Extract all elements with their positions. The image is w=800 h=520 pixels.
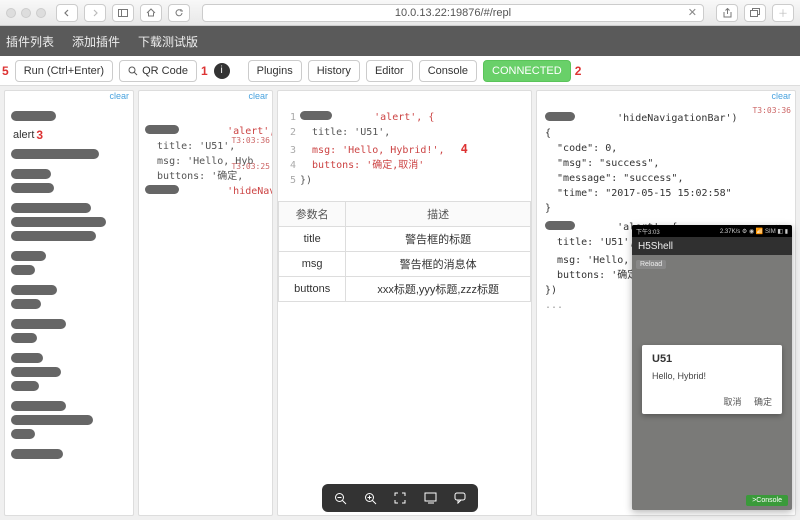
annotation-4: 4 xyxy=(461,142,468,156)
table-row: title警告框的标题 xyxy=(279,227,531,252)
phone-console-button[interactable]: >Console xyxy=(746,495,788,506)
minimize-window-dot[interactable] xyxy=(21,8,31,18)
phone-statusbar: 下午3:03 2.37K/s ⚙ ◉ 📶 SIM ◧ ▮ xyxy=(632,225,792,237)
table-row: buttonsxxx标题,yyy标题,zzz标题 xyxy=(279,277,531,302)
url-bar[interactable]: 10.0.13.22:19876/#/repl ✕ xyxy=(202,4,704,22)
params-head-name: 参数名 xyxy=(279,202,346,227)
status-time: 下午3:03 xyxy=(636,227,660,236)
app-title: H5Shell xyxy=(638,241,673,252)
dialog-message: Hello, Hybrid! xyxy=(652,371,772,381)
zoom-window-dot[interactable] xyxy=(36,8,46,18)
sidebar-alert-label: alert xyxy=(13,129,34,141)
info-icon[interactable]: i xyxy=(214,63,230,79)
phone-appbar: H5Shell xyxy=(632,237,792,255)
plugins-button[interactable]: Plugins xyxy=(248,60,302,82)
redacted-item xyxy=(11,319,66,329)
params-table: 参数名 描述 title警告框的标题 msg警告框的消息体 buttonsxxx… xyxy=(278,201,531,302)
history-panel: clear 'alert', { title: 'U51', msg: 'Hel… xyxy=(138,90,273,516)
editor-panel: 1 'alert', { 2 title: 'U51', 3 msg: 'Hel… xyxy=(277,90,532,516)
timestamp: T3:03:36 xyxy=(222,135,270,147)
floating-toolbar xyxy=(322,484,478,512)
table-row: msg警告框的消息体 xyxy=(279,252,531,277)
zoom-out-icon[interactable] xyxy=(330,488,350,508)
tab-add-plugin[interactable]: 添加插件 xyxy=(72,33,120,50)
annotation-2: 2 xyxy=(575,64,582,78)
comment-icon[interactable] xyxy=(450,488,470,508)
redacted-item xyxy=(11,111,56,121)
redacted-item xyxy=(11,415,93,425)
annotation-3: 3 xyxy=(36,128,43,142)
dialog-ok-button[interactable]: 确定 xyxy=(754,397,772,407)
redacted-item xyxy=(11,217,106,227)
dialog-cancel-button[interactable]: 取消 xyxy=(723,397,741,407)
editor-code[interactable]: 1 'alert', { 2 title: 'U51', 3 msg: 'Hel… xyxy=(278,91,531,201)
run-button[interactable]: Run (Ctrl+Enter) xyxy=(15,60,113,82)
console-button[interactable]: Console xyxy=(419,60,477,82)
sidebar-item-alert[interactable]: alert 3 xyxy=(5,125,133,145)
params-head-desc: 描述 xyxy=(346,202,531,227)
connected-badge: CONNECTED xyxy=(483,60,571,82)
alert-dialog: U51 Hello, Hybrid! 取消 确定 xyxy=(642,345,782,414)
reload-button[interactable]: Reload xyxy=(636,260,666,269)
history-code[interactable]: 'alert', { title: 'U51', msg: 'Hello, Hy… xyxy=(139,105,272,218)
device-preview: 下午3:03 2.37K/s ⚙ ◉ 📶 SIM ◧ ▮ H5Shell Rel… xyxy=(632,225,792,510)
redacted-item xyxy=(11,449,63,459)
timestamp: T3:03:36 xyxy=(752,105,791,117)
redacted-item xyxy=(11,429,35,439)
history-button[interactable]: History xyxy=(308,60,360,82)
dialog-title: U51 xyxy=(652,353,772,365)
redacted-item xyxy=(11,169,51,179)
url-text: 10.0.13.22:19876/#/repl xyxy=(395,7,511,19)
annotation-1: 1 xyxy=(201,64,208,78)
reload-icon[interactable] xyxy=(168,4,190,22)
redacted-item xyxy=(11,149,99,159)
add-tab-icon[interactable]: ＋ xyxy=(772,4,794,22)
plugin-list: alert 3 xyxy=(5,105,133,465)
redacted-item xyxy=(11,183,54,193)
cast-icon[interactable] xyxy=(420,488,440,508)
browser-chrome: 10.0.13.22:19876/#/repl ✕ ＋ xyxy=(0,0,800,26)
redacted-item xyxy=(11,299,41,309)
redacted-item xyxy=(11,265,35,275)
qrcode-label: QR Code xyxy=(142,65,188,77)
redacted-item xyxy=(11,367,61,377)
redacted-item xyxy=(11,203,91,213)
close-window-dot[interactable] xyxy=(6,8,16,18)
repl-toolbar: 5 Run (Ctrl+Enter) QR Code 1 i Plugins H… xyxy=(0,56,800,86)
status-indicators: 2.37K/s ⚙ ◉ 📶 SIM ◧ ▮ xyxy=(720,228,788,235)
history-clear[interactable]: clear xyxy=(248,91,268,101)
sidebar-clear[interactable]: clear xyxy=(109,91,129,101)
timestamp: T3:03:25 xyxy=(231,161,270,173)
redacted-item xyxy=(11,285,57,295)
redacted-item xyxy=(11,381,39,391)
home-icon[interactable] xyxy=(140,4,162,22)
window-traffic-lights xyxy=(6,8,46,18)
redacted-item xyxy=(11,333,37,343)
annotation-5: 5 xyxy=(2,64,9,78)
share-icon[interactable] xyxy=(716,4,738,22)
redacted-item xyxy=(11,231,96,241)
zoom-in-icon[interactable] xyxy=(360,488,380,508)
clear-url-icon[interactable]: ✕ xyxy=(688,6,697,19)
editor-button[interactable]: Editor xyxy=(366,60,413,82)
tabs-icon[interactable] xyxy=(744,4,766,22)
back-button[interactable] xyxy=(56,4,78,22)
sidebar-toggle-icon[interactable] xyxy=(112,4,134,22)
run-label: Run (Ctrl+Enter) xyxy=(24,65,104,77)
tab-download-test[interactable]: 下载测试版 xyxy=(138,33,198,50)
tab-plugin-list[interactable]: 插件列表 xyxy=(6,33,54,50)
qrcode-button[interactable]: QR Code xyxy=(119,60,197,82)
fullscreen-icon[interactable] xyxy=(390,488,410,508)
plugin-sidebar: clear alert 3 xyxy=(4,90,134,516)
redacted-item xyxy=(11,251,46,261)
search-icon xyxy=(128,66,138,76)
forward-button[interactable] xyxy=(84,4,106,22)
console-clear[interactable]: clear xyxy=(771,91,791,101)
app-tabbar: 插件列表 添加插件 下载测试版 xyxy=(0,26,800,56)
redacted-item xyxy=(11,353,43,363)
redacted-item xyxy=(11,401,66,411)
